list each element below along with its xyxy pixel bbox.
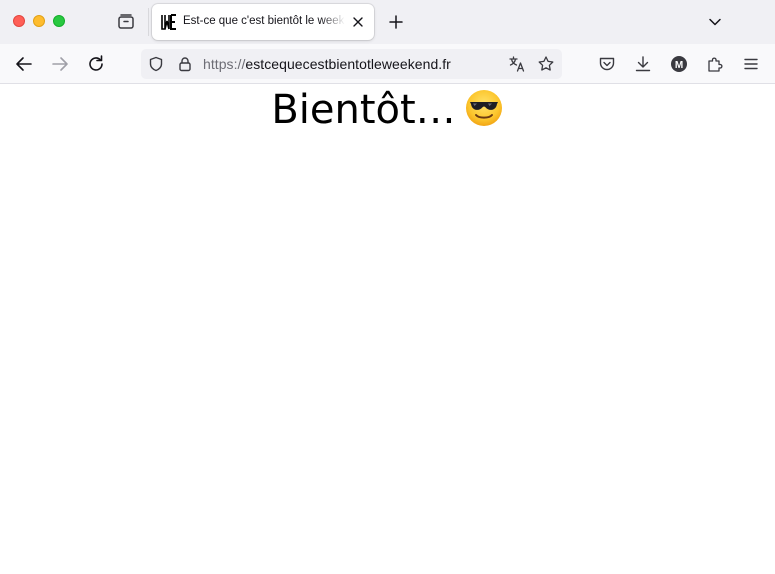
url-scheme: https:// — [203, 56, 246, 72]
url-text[interactable]: https://estcequecestbientotleweekend.fr — [203, 56, 451, 72]
tab-active[interactable]: Est-ce que c'est bientôt le weekend ? — [152, 4, 374, 40]
plus-icon[interactable] — [386, 12, 406, 32]
tab-overview-icon[interactable] — [116, 12, 136, 32]
download-icon[interactable] — [633, 54, 653, 74]
close-icon[interactable] — [350, 14, 366, 30]
page-headline: Bientôt… — [0, 87, 775, 133]
pocket-icon[interactable] — [597, 54, 617, 74]
account-initial: M — [675, 60, 683, 71]
tab-separator — [148, 8, 149, 36]
window-close-button[interactable] — [13, 15, 25, 27]
address-bar[interactable]: https://estcequecestbientotleweekend.fr — [141, 49, 562, 79]
shield-icon[interactable] — [148, 56, 164, 72]
star-icon[interactable] — [537, 55, 555, 73]
url-host: estcequecestbientotleweekend.fr — [245, 56, 451, 72]
page-content — [0, 85, 775, 574]
menu-icon[interactable] — [741, 54, 761, 74]
account-avatar-icon[interactable]: M — [669, 54, 689, 74]
window-zoom-button[interactable] — [53, 15, 65, 27]
lock-icon[interactable] — [177, 56, 193, 72]
translate-icon[interactable] — [508, 55, 526, 73]
tab-title: Est-ce que c'est bientôt le weekend ? — [183, 15, 345, 27]
headline-text: Bientôt… — [271, 87, 456, 133]
tab-strip: Est-ce que c'est bientôt le weekend ? — [0, 0, 775, 44]
window-minimize-button[interactable] — [33, 15, 45, 27]
back-arrow-icon[interactable] — [13, 53, 35, 75]
extensions-icon[interactable] — [705, 54, 725, 74]
forward-arrow-icon[interactable] — [49, 53, 71, 75]
site-favicon-icon — [161, 14, 177, 30]
sunglasses-face-icon — [464, 88, 504, 128]
chevron-down-icon[interactable] — [705, 12, 725, 32]
reload-icon[interactable] — [85, 53, 107, 75]
